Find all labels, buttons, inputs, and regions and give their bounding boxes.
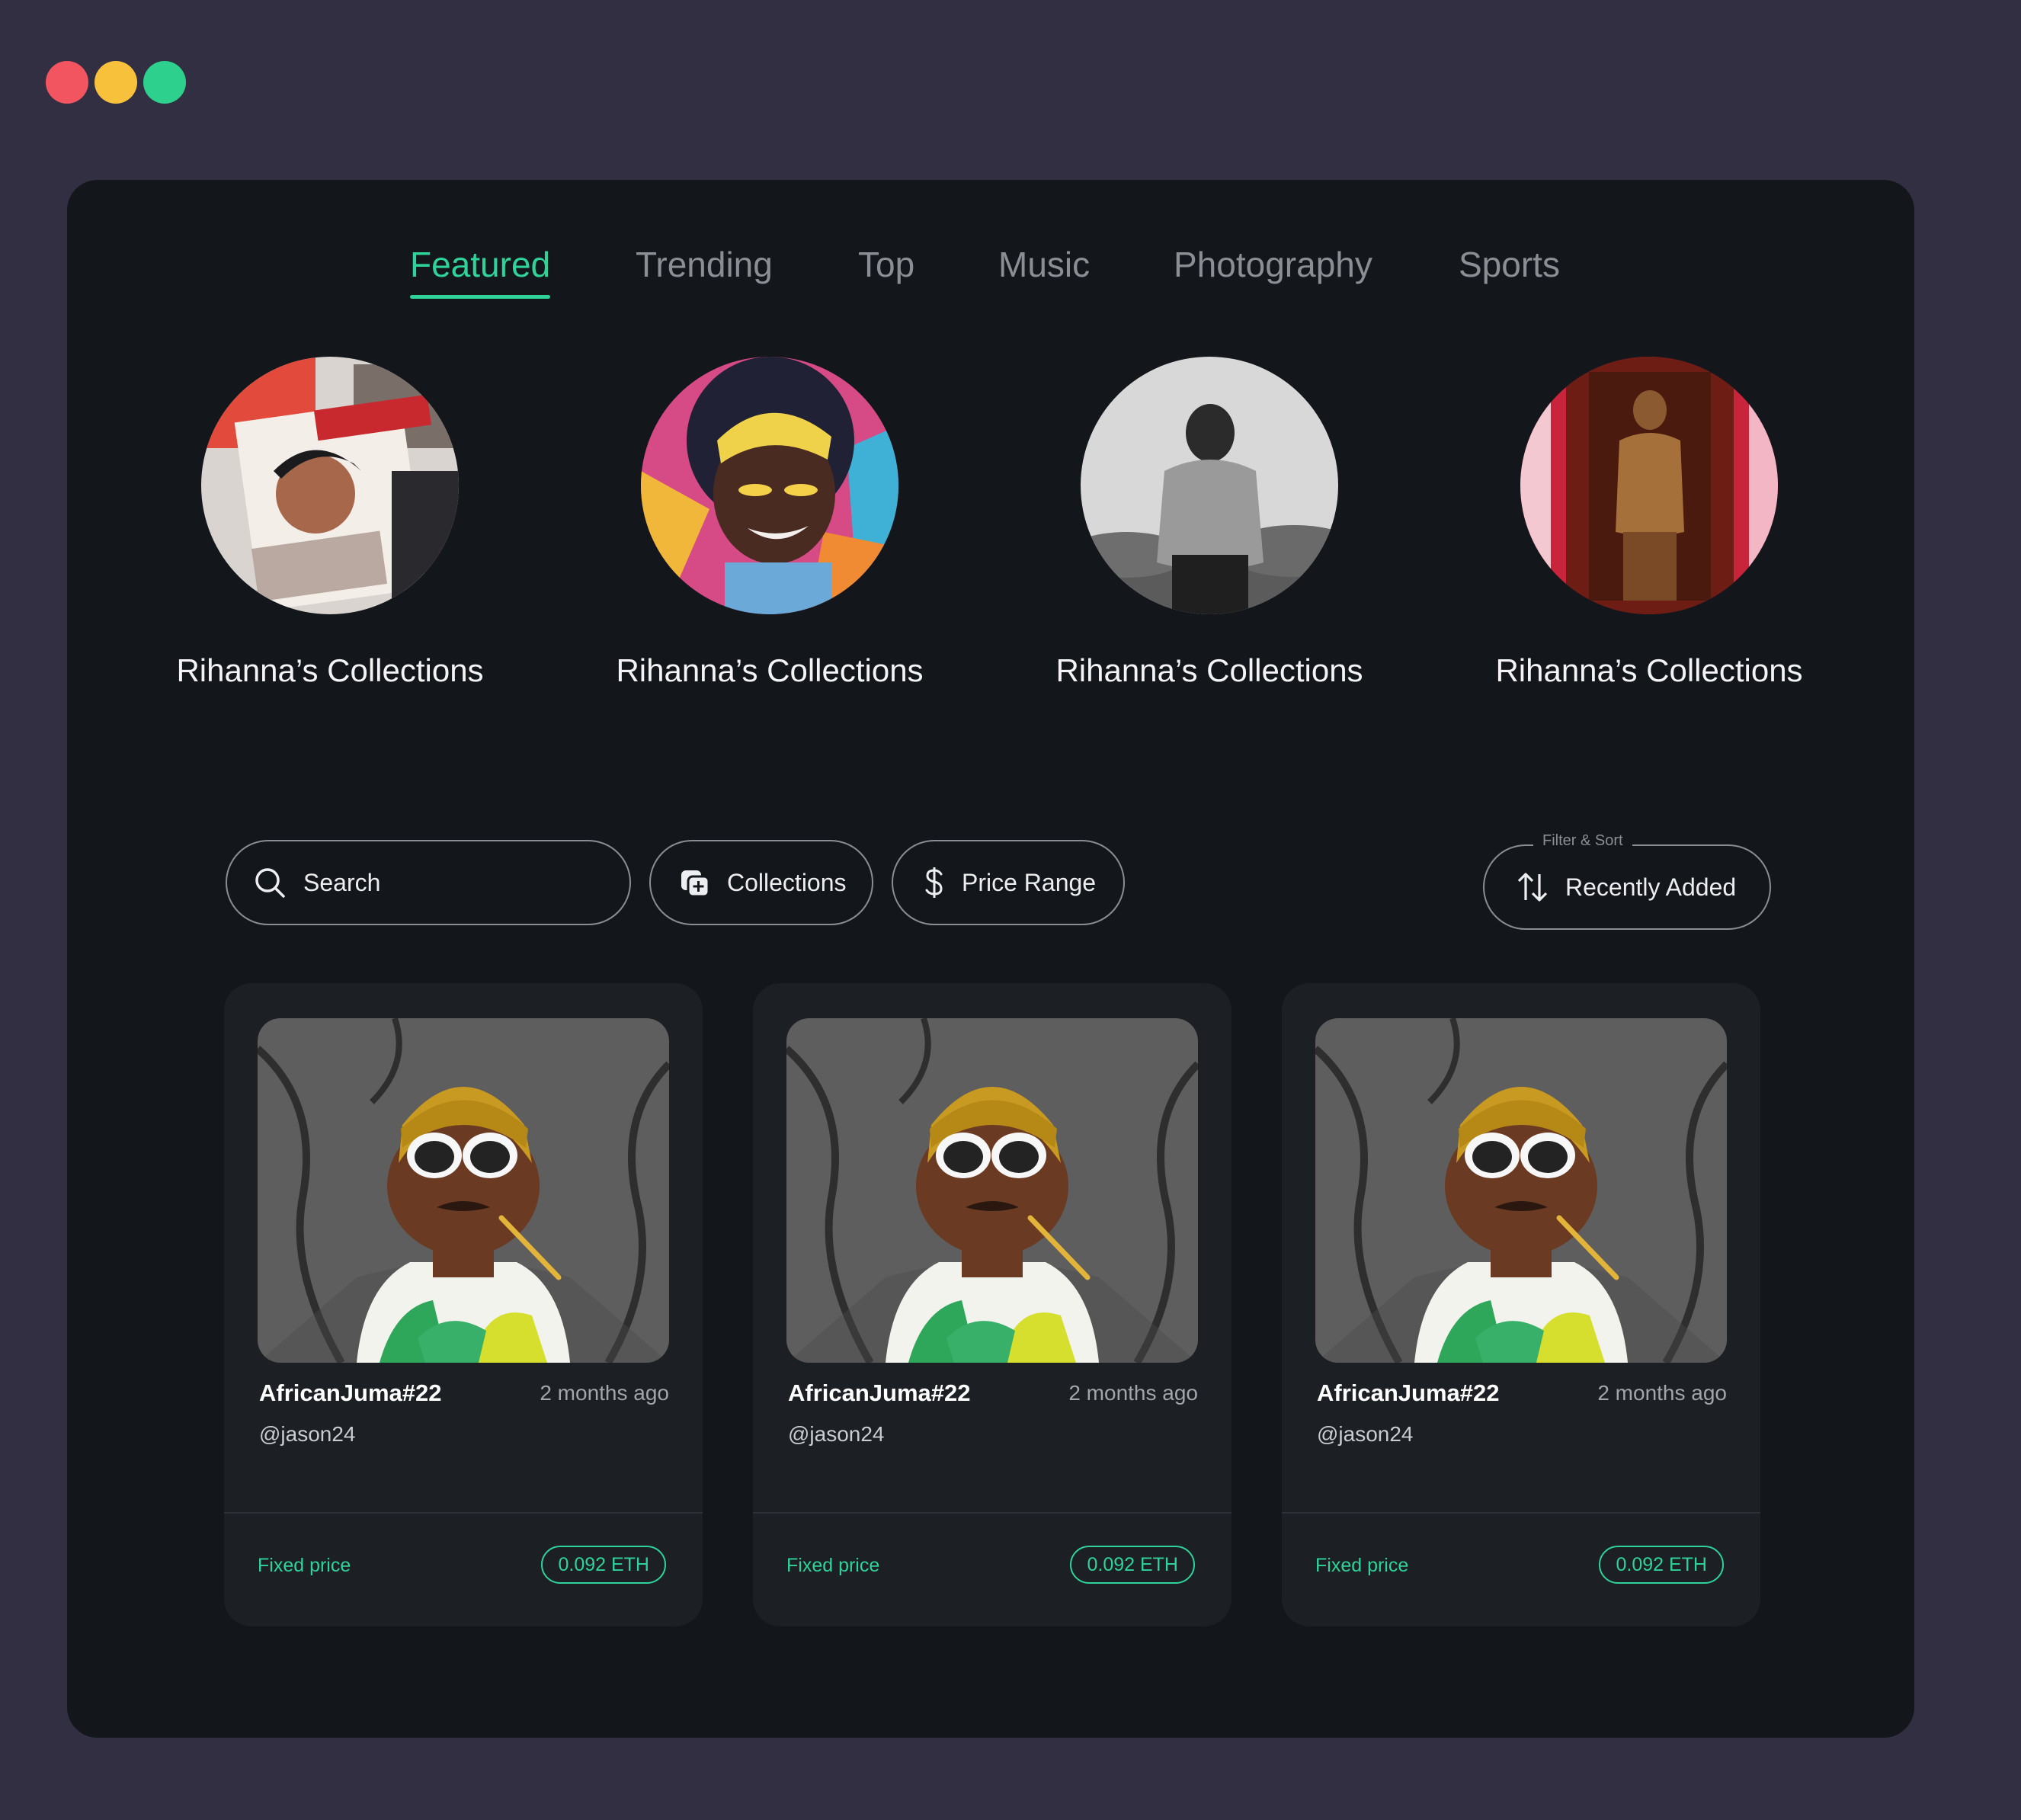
collection-avatar — [1081, 357, 1338, 614]
tab-sports[interactable]: Sports — [1459, 244, 1560, 285]
sort-arrows-icon — [1517, 871, 1549, 903]
tab-trending[interactable]: Trending — [636, 244, 773, 285]
nft-artwork — [1315, 1018, 1727, 1363]
window-controls — [46, 61, 186, 104]
price-range-filter-button[interactable]: Price Range — [892, 840, 1125, 925]
nft-time: 2 months ago — [1597, 1381, 1727, 1405]
card-divider — [753, 1512, 1231, 1514]
filter-sort-legend: Filter & Sort — [1533, 832, 1632, 850]
nft-owner-handle[interactable]: @jason24 — [259, 1422, 356, 1447]
minimize-window-button[interactable] — [94, 61, 137, 104]
price-range-label: Price Range — [962, 868, 1097, 896]
app-window: Featured Trending Top Music Photography … — [67, 180, 1914, 1738]
collections-filter-button[interactable]: Collections — [649, 840, 873, 925]
price-badge: 0.092 ETH — [1599, 1546, 1724, 1584]
collection-item[interactable]: Rihanna’s Collections — [1485, 357, 1813, 689]
price-type: Fixed price — [1315, 1555, 1409, 1576]
nft-title: AfricanJuma#22 — [788, 1379, 971, 1406]
nft-artwork — [786, 1018, 1198, 1363]
category-tabs: Featured Trending Top Music Photography … — [67, 213, 1914, 299]
price-type: Fixed price — [786, 1555, 880, 1576]
search-input[interactable]: Search — [226, 840, 631, 925]
collections-filter-label: Collections — [727, 868, 847, 896]
nft-time: 2 months ago — [1068, 1381, 1198, 1405]
card-divider — [224, 1512, 703, 1514]
collection-avatar — [641, 357, 898, 614]
maximize-window-button[interactable] — [143, 61, 186, 104]
collection-name: Rihanna’s Collections — [176, 652, 484, 688]
nft-card[interactable]: AfricanJuma#22 2 months ago @jason24 Fix… — [224, 983, 703, 1626]
collection-name: Rihanna’s Collections — [616, 652, 924, 688]
nft-title: AfricanJuma#22 — [259, 1379, 442, 1406]
collection-item[interactable]: Rihanna’s Collections — [1046, 357, 1373, 689]
dollar-icon — [924, 866, 945, 899]
sort-value: Recently Added — [1565, 873, 1737, 901]
nft-owner-handle[interactable]: @jason24 — [788, 1422, 885, 1447]
collection-item[interactable]: Rihanna’s Collections — [166, 357, 494, 689]
search-placeholder: Search — [303, 868, 381, 896]
close-window-button[interactable] — [46, 61, 88, 104]
tab-music[interactable]: Music — [998, 244, 1090, 285]
price-badge: 0.092 ETH — [541, 1546, 666, 1584]
nft-card[interactable]: AfricanJuma#22 2 months ago @jason24 Fix… — [753, 983, 1231, 1626]
collections-icon — [680, 867, 710, 898]
nft-card[interactable]: AfricanJuma#22 2 months ago @jason24 Fix… — [1282, 983, 1760, 1626]
collection-item[interactable]: Rihanna’s Collections — [606, 357, 934, 689]
price-badge: 0.092 ETH — [1070, 1546, 1195, 1584]
nft-title: AfricanJuma#22 — [1317, 1379, 1500, 1406]
tab-top[interactable]: Top — [858, 244, 914, 285]
price-type: Fixed price — [258, 1555, 351, 1576]
collection-name: Rihanna’s Collections — [1495, 652, 1803, 688]
card-divider — [1282, 1512, 1760, 1514]
nft-time: 2 months ago — [540, 1381, 669, 1405]
search-icon — [253, 866, 287, 899]
tab-photography[interactable]: Photography — [1174, 244, 1372, 285]
nft-artwork — [258, 1018, 669, 1363]
tab-featured[interactable]: Featured — [410, 244, 551, 299]
nft-owner-handle[interactable]: @jason24 — [1317, 1422, 1414, 1447]
collection-avatar — [1520, 357, 1778, 614]
collection-avatar — [201, 357, 459, 614]
sort-select[interactable]: Recently Added — [1483, 844, 1771, 930]
collection-name: Rihanna’s Collections — [1055, 652, 1363, 688]
